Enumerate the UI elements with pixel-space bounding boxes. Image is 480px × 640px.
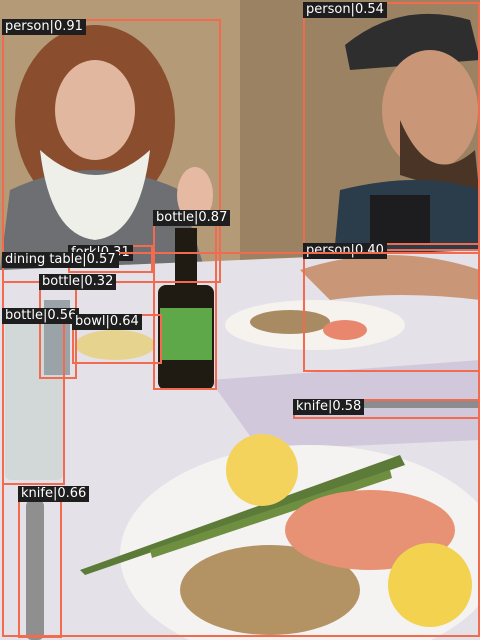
- detection-box-bottle-3: bottle|0.56: [2, 308, 80, 485]
- detection-box-person-2: person|0.54: [303, 2, 480, 251]
- detection-box-bowl-1: bowl|0.64: [72, 314, 162, 364]
- photo-stage: person|0.91 person|0.54 person|0.40 bott…: [0, 0, 480, 640]
- detection-label: knife|0.58: [293, 399, 365, 415]
- detection-box-knife-1: knife|0.58: [293, 399, 480, 419]
- detection-label: bottle|0.56: [2, 308, 80, 324]
- detection-label: bowl|0.64: [72, 314, 142, 330]
- detection-label: knife|0.66: [18, 486, 90, 502]
- detection-label: person|0.54: [303, 2, 387, 18]
- detection-box-knife-2: knife|0.66: [18, 486, 90, 638]
- detection-label: person|0.91: [2, 19, 86, 35]
- detection-label: bottle|0.87: [153, 210, 231, 226]
- detection-label: bottle|0.32: [39, 274, 117, 290]
- detection-label: dining table|0.57: [2, 252, 119, 268]
